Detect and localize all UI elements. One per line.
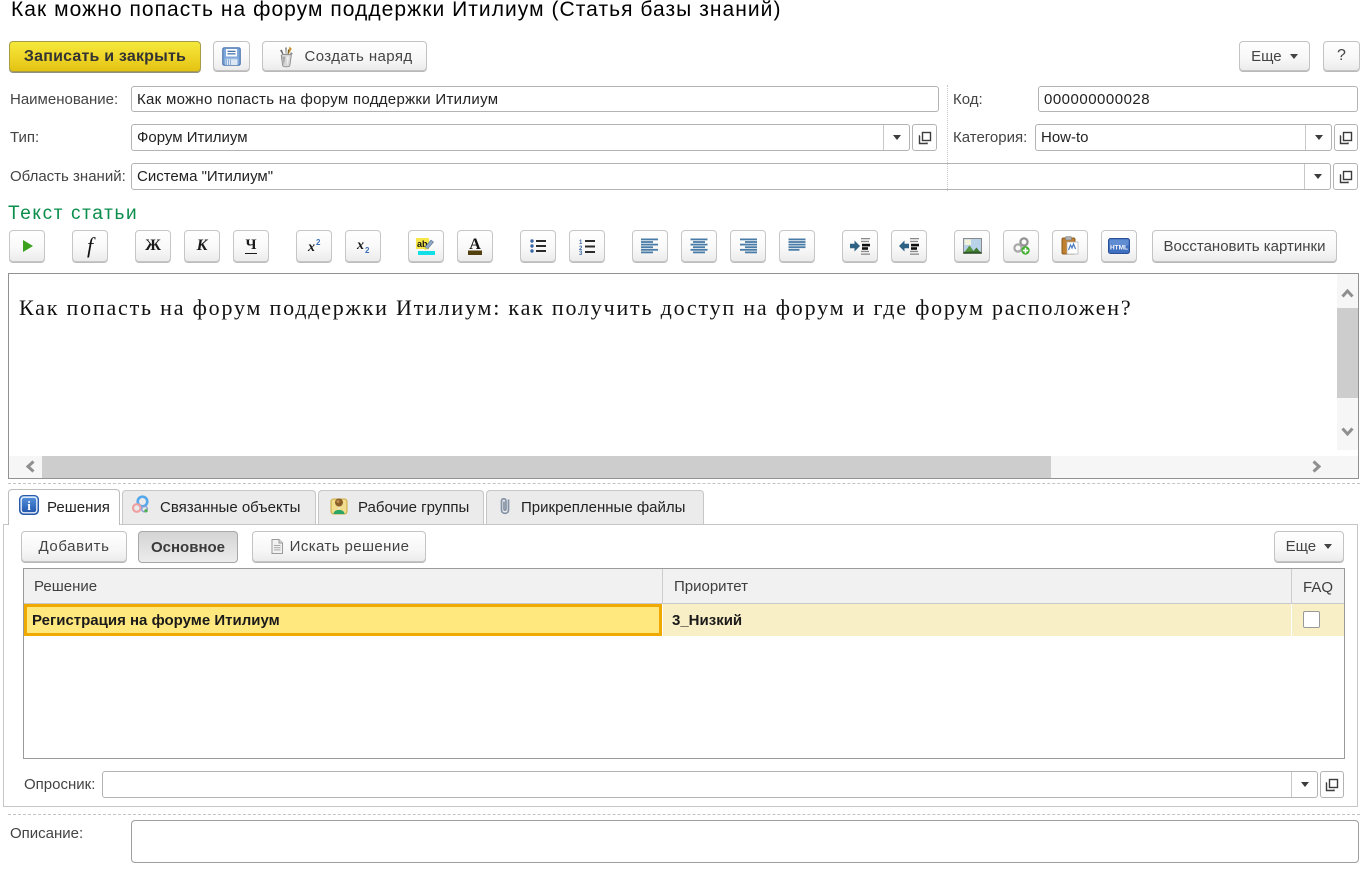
- svg-text:i: i: [27, 498, 31, 513]
- svg-text:2: 2: [316, 238, 321, 247]
- svg-text:HTML: HTML: [1110, 245, 1128, 252]
- svg-text:A: A: [469, 236, 481, 253]
- svg-text:2: 2: [365, 246, 370, 254]
- svg-text:x: x: [356, 238, 364, 253]
- svg-text:3: 3: [579, 251, 583, 255]
- svg-text:x: x: [307, 240, 315, 254]
